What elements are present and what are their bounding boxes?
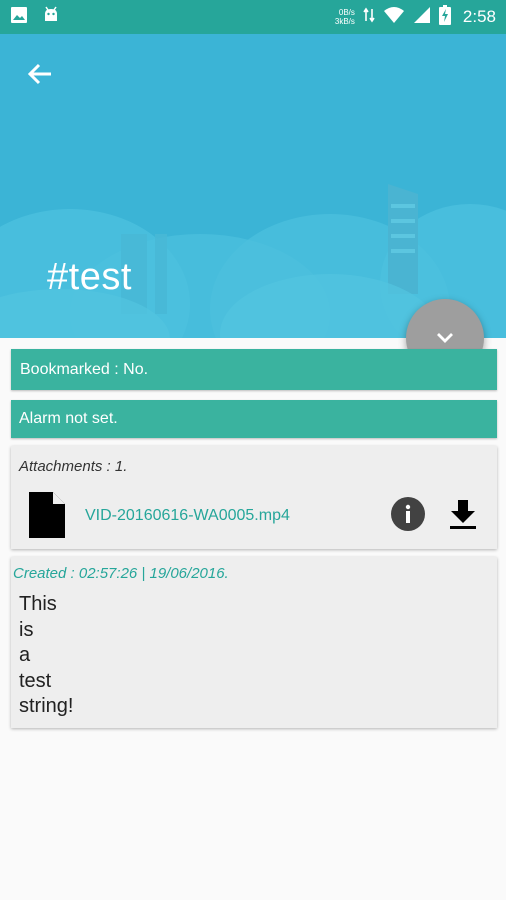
note-header: #test xyxy=(0,34,506,338)
signal-icon xyxy=(413,6,431,29)
net-speed-down: 3kB/s xyxy=(334,17,355,26)
info-icon xyxy=(405,504,411,523)
bookmark-status-text: Bookmarked : No. xyxy=(20,360,149,378)
wifi-icon xyxy=(383,6,405,29)
created-timestamp: Created : 02:57:26 | 19/06/2016. xyxy=(13,565,229,582)
attachments-label: Attachments : 1. xyxy=(19,458,128,475)
attachment-download-button[interactable] xyxy=(448,498,478,530)
net-speed-up: 0B/s xyxy=(338,8,355,17)
attachment-file-name[interactable]: VID-20160616-WA0005.mp4 xyxy=(85,507,290,525)
note-content-card: Created : 02:57:26 | 19/06/2016. This is… xyxy=(11,557,497,728)
android-icon xyxy=(42,6,60,29)
chevron-down-icon xyxy=(437,333,453,343)
alarm-status[interactable]: Alarm not set. xyxy=(11,400,497,438)
battery-charging-icon xyxy=(438,4,451,30)
alarm-status-text: Alarm not set. xyxy=(19,410,118,427)
back-button[interactable] xyxy=(22,58,58,90)
status-time: 2:58 xyxy=(462,7,496,26)
bookmark-status[interactable]: Bookmarked : No. xyxy=(11,349,497,390)
attachments-card: Attachments : 1. VID-20160616-WA0005.mp4 xyxy=(11,446,497,549)
arrow-back-icon xyxy=(27,63,51,85)
image-icon xyxy=(10,6,28,29)
data-transfer-icon xyxy=(363,7,375,28)
attachment-info-button[interactable] xyxy=(391,497,425,531)
net-speed: 0B/s 3kB/s xyxy=(335,8,355,26)
file-icon xyxy=(29,492,65,543)
note-title: #test xyxy=(47,256,132,298)
download-icon xyxy=(450,500,476,529)
status-bar: 0B/s 3kB/s 2:58 xyxy=(0,0,506,34)
note-body[interactable]: This is a test string! xyxy=(19,592,73,720)
